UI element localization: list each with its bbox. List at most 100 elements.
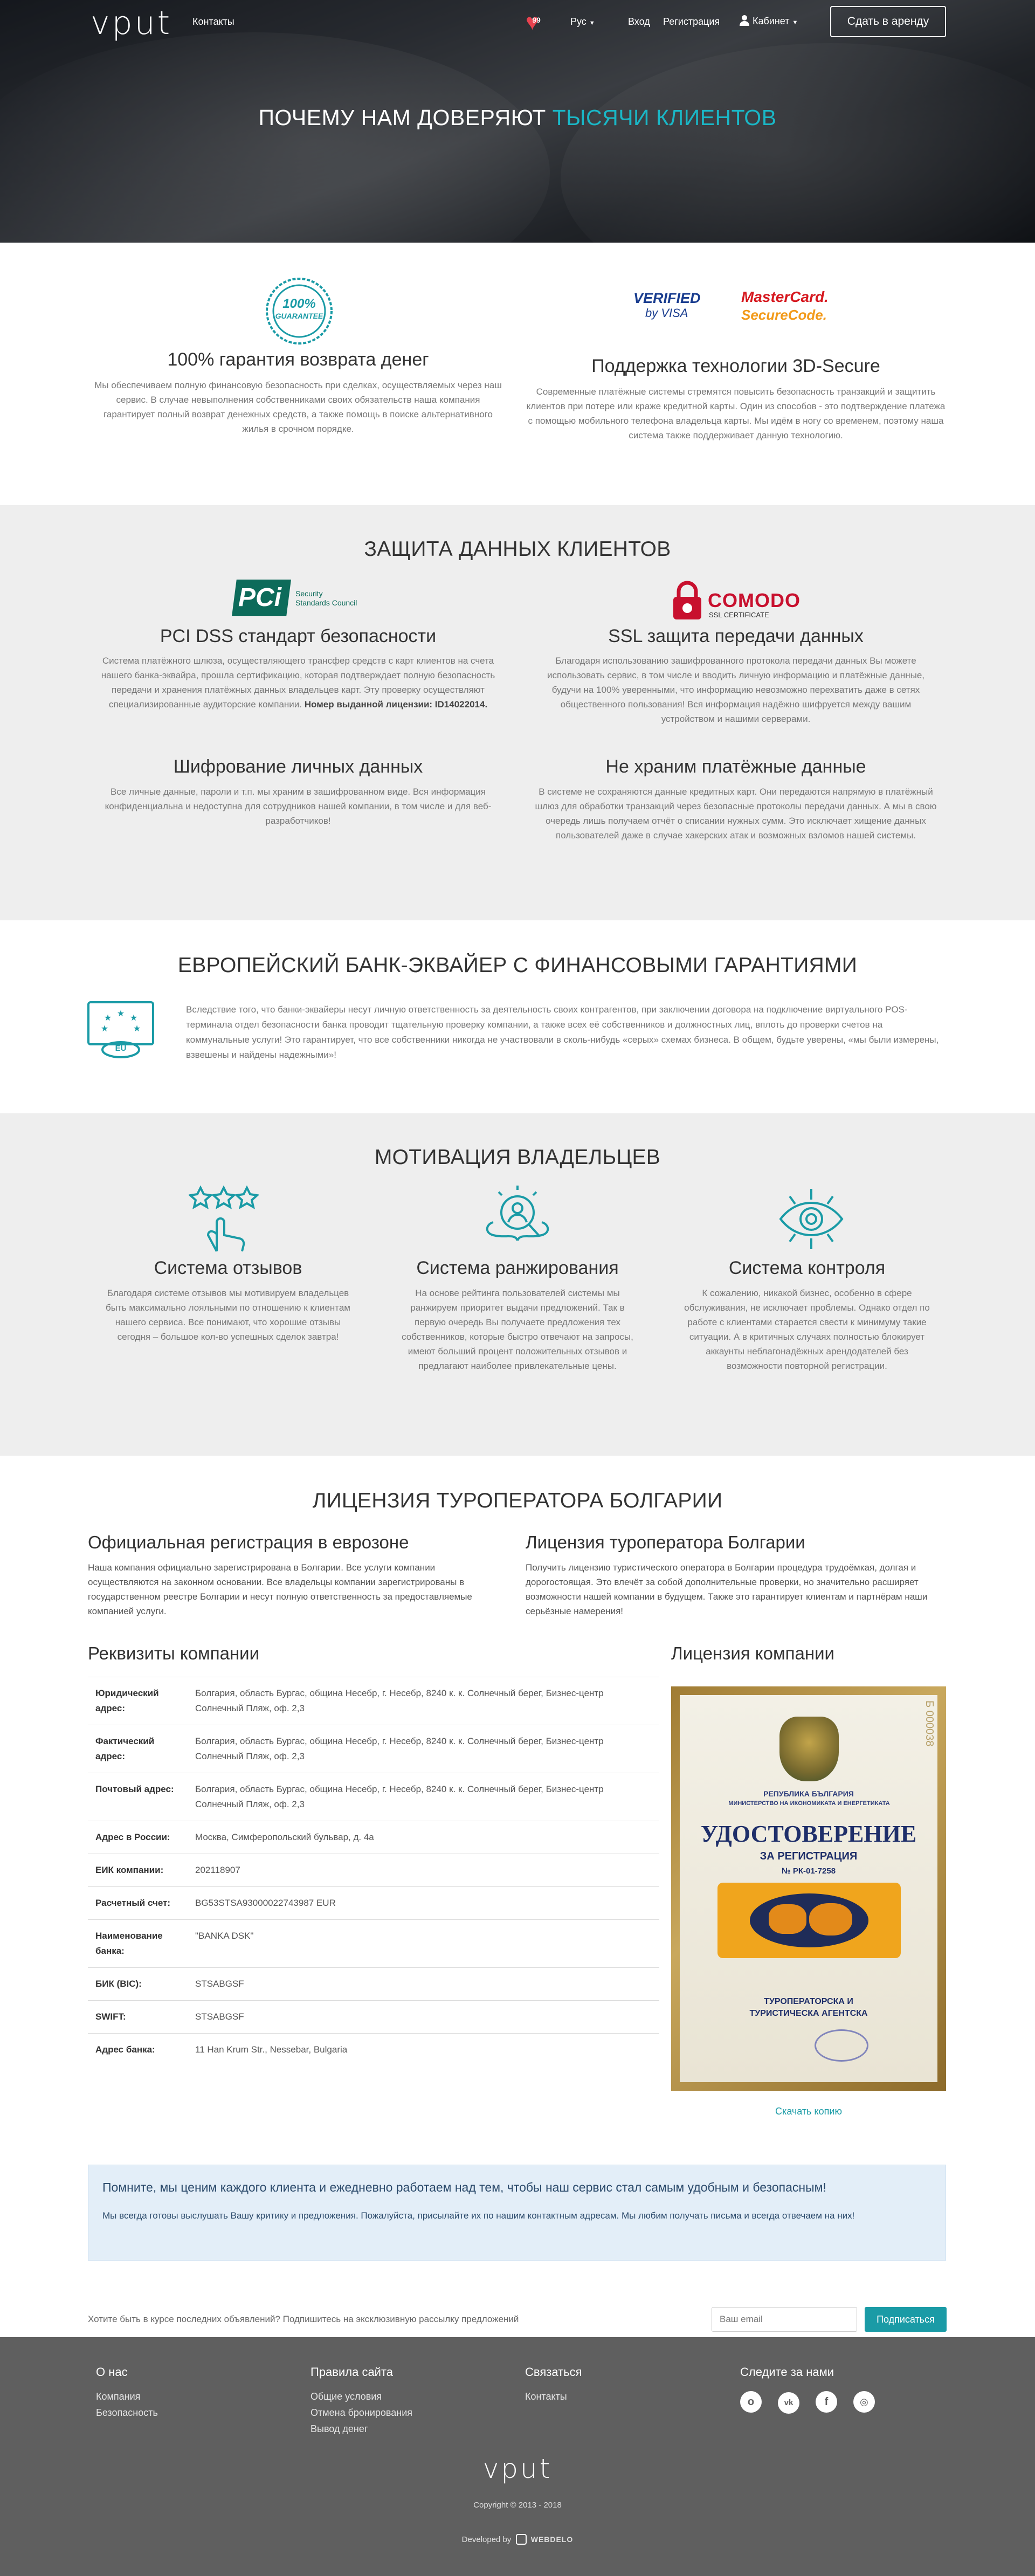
nav-contacts-link[interactable]: Контакты xyxy=(192,16,234,27)
coat-of-arms-icon xyxy=(779,1717,839,1781)
download-copy-link[interactable]: Скачать копию xyxy=(671,2106,946,2117)
requisites-key: Адрес в России: xyxy=(88,1821,188,1854)
caret-down-icon: ▼ xyxy=(589,20,595,26)
hero-title-main: ПОЧЕМУ НАМ ДОВЕРЯЮТ xyxy=(258,105,553,130)
pci-license-number: Номер выданной лицензии: ID14022014. xyxy=(304,699,488,710)
secure3d-title: Поддержка технологии 3D-Secure xyxy=(591,356,880,376)
bank-text: Вследствие того, что банки-эквайеры несу… xyxy=(186,1004,939,1060)
guarantee-title: 100% гарантия возврата денег xyxy=(167,349,429,370)
language-dropdown[interactable]: Рус ▼ xyxy=(570,16,595,27)
requisites-key: Почтовый адрес: xyxy=(88,1773,188,1821)
footer-link-security[interactable]: Безопасность xyxy=(96,2405,158,2421)
pci-text: Система платёжного шлюза, осуществляющег… xyxy=(101,656,495,710)
nostore-text: В системе не сохраняются данные кредитны… xyxy=(535,787,937,841)
subscribe-button[interactable]: Подписаться xyxy=(865,2307,947,2332)
facebook-icon[interactable]: f xyxy=(816,2391,837,2413)
stamp-image xyxy=(815,2029,868,2062)
encryption-title: Шифрование личных данных xyxy=(173,756,423,777)
social-icons: о vk f ◎ xyxy=(740,2391,891,2414)
verified-by-visa-logo: VERIFIED by VISA xyxy=(633,290,701,320)
svg-text:★: ★ xyxy=(104,1014,112,1023)
requisites-value: Москва, Симферопольский бульвар, д. 4а xyxy=(188,1821,659,1854)
user-icon xyxy=(740,15,749,26)
motivation-title: МОТИВАЦИЯ ВЛАДЕЛЬЦЕВ xyxy=(374,1146,661,1169)
requisites-value: 202118907 xyxy=(188,1854,659,1887)
cabinet-label: Кабинет xyxy=(753,16,790,26)
requisites-key: Юридический адрес: xyxy=(88,1677,188,1725)
reviews-title: Система отзывов xyxy=(154,1258,302,1278)
license-title: ЛИЦЕНЗИЯ ТУРОПЕРАТОРА БОЛГАРИИ xyxy=(312,1489,723,1512)
eye-control-icon xyxy=(776,1184,846,1253)
requisites-value: Болгария, область Бургас, община Несебр,… xyxy=(188,1725,659,1773)
rent-out-button[interactable]: Сдать в аренду xyxy=(830,6,946,37)
footer-contact-title: Связаться xyxy=(525,2365,582,2379)
license-document-image[interactable]: Б 000038 РЕПУБЛИКА БЪЛГАРИЯ МИНИСТЕРСТВО… xyxy=(671,1686,946,2091)
developer-name[interactable]: WEBDELO xyxy=(531,2535,574,2544)
developed-by: Developed by WEBDELO xyxy=(461,2534,574,2545)
ssl-text: Благодаря использованию зашифрованного п… xyxy=(547,656,925,724)
odnoklassniki-icon[interactable]: о xyxy=(740,2391,762,2413)
site-logo[interactable]: vput xyxy=(91,4,172,42)
footer-rules-title: Правила сайта xyxy=(310,2365,394,2379)
requisites-row: Наименование банка: "BANKA DSK" xyxy=(88,1919,659,1968)
requisites-row: Юридический адрес: Болгария, область Бург… xyxy=(88,1677,659,1725)
footer-link-cancellation[interactable]: Отмена бронирования xyxy=(310,2405,412,2421)
requisites-value: 11 Han Krum Str., Nessebar, Bulgaria xyxy=(188,2033,659,2066)
requisites-title: Реквизиты компании xyxy=(88,1643,260,1663)
badge-guarantee: GUARANTEE xyxy=(275,312,323,320)
requisites-row: Адрес банка: 11 Han Krum Str., Nessebar, … xyxy=(88,2033,659,2066)
requisites-value: BG53STSA93000022743987 EUR xyxy=(188,1886,659,1920)
cabinet-dropdown[interactable]: Кабинет ▼ xyxy=(740,15,798,27)
subscribe-text: Хотите быть в курсе последних объявлений… xyxy=(88,2314,519,2324)
ranking-text: На основе рейтинга пользователей системы… xyxy=(402,1288,633,1371)
requisites-key: Адрес банка: xyxy=(88,2033,188,2066)
email-input[interactable] xyxy=(712,2307,857,2332)
instagram-icon[interactable]: ◎ xyxy=(853,2391,875,2413)
notice-text: Мы всегда готовы выслушать Вашу критику … xyxy=(102,2210,855,2221)
footer-copyright: Copyright © 2013 - 2018 xyxy=(473,2501,562,2510)
requisites-row: SWIFT: STSABGSF xyxy=(88,2000,659,2034)
world-map-image xyxy=(717,1883,901,1958)
footer-link-company[interactable]: Компания xyxy=(96,2388,158,2405)
requisites-key: БИК (BIC): xyxy=(88,1967,188,2001)
requisites-value: STSABGSF xyxy=(188,2000,659,2034)
favorites-count: 99 xyxy=(532,16,541,24)
footer-logo[interactable]: vput xyxy=(0,2453,1035,2484)
footer-link-contacts[interactable]: Контакты xyxy=(525,2388,567,2405)
ranking-title: Система ранжирования xyxy=(416,1258,619,1278)
svg-text:★: ★ xyxy=(130,1014,137,1023)
bank-section: ЕВРОПЕЙСКИЙ БАНК-ЭКВАЙЕР С ФИНАНСОВЫМИ Г… xyxy=(0,920,1035,1113)
caret-down-icon: ▼ xyxy=(792,19,798,26)
requisites-key: ЕИК компании: xyxy=(88,1854,188,1887)
vk-icon[interactable]: vk xyxy=(778,2392,799,2414)
protection-section: ЗАЩИТА ДАННЫХ КЛИЕНТОВ PCi Security Stand… xyxy=(0,505,1035,920)
guarantee-text: Мы обеспечиваем полную финансовую безопа… xyxy=(94,380,502,434)
badge-percent: 100% xyxy=(282,297,316,311)
comodo-ssl-logo: COMODO SSL CERTIFICATE xyxy=(671,580,806,621)
ssl-title: SSL защита передачи данных xyxy=(608,626,864,646)
webdelo-logo-icon xyxy=(515,2534,527,2545)
pci-title: PCI DSS стандарт безопасности xyxy=(160,626,437,646)
svg-text:★: ★ xyxy=(117,1009,125,1018)
notice-box: Помните, мы ценим каждого клиента и ежед… xyxy=(88,2165,946,2261)
requisites-value: "BANKA DSK" xyxy=(188,1919,659,1968)
requisites-value: Болгария, область Бургас, община Несебр,… xyxy=(188,1773,659,1821)
favorites-button[interactable]: ♥ 99 xyxy=(526,11,547,33)
subscribe-bar: Хотите быть в курсе последних объявлений… xyxy=(0,2302,1035,2337)
hero-title-accent: ТЫСЯЧИ КЛИЕНТОВ xyxy=(552,105,777,130)
operator-text: Получить лицензию туристического операто… xyxy=(526,1562,928,1616)
login-link[interactable]: Вход xyxy=(628,16,650,27)
notice-title: Помните, мы ценим каждого клиента и ежед… xyxy=(102,2180,826,2194)
control-text: К сожалению, никакой бизнес, особенно в … xyxy=(684,1288,930,1371)
requisites-key: Расчетный счет: xyxy=(88,1886,188,1920)
ranking-person-icon xyxy=(482,1184,553,1253)
reviews-text: Благодаря системе отзывов мы мотивируем … xyxy=(106,1288,350,1342)
footer-link-terms[interactable]: Общие условия xyxy=(310,2388,412,2405)
control-title: Система контроля xyxy=(728,1258,886,1278)
license-company-title: Лицензия компании xyxy=(671,1643,834,1663)
footer-link-withdrawal[interactable]: Вывод денег xyxy=(310,2421,412,2437)
requisites-value: STSABGSF xyxy=(188,1967,659,2001)
top-navbar: vput Контакты ♥ 99 Рус ▼ Вход Регистраци… xyxy=(0,0,1035,43)
footer: О нас Компания Безопасность Правила сайт… xyxy=(0,2337,1035,2576)
register-link[interactable]: Регистрация xyxy=(663,16,720,27)
